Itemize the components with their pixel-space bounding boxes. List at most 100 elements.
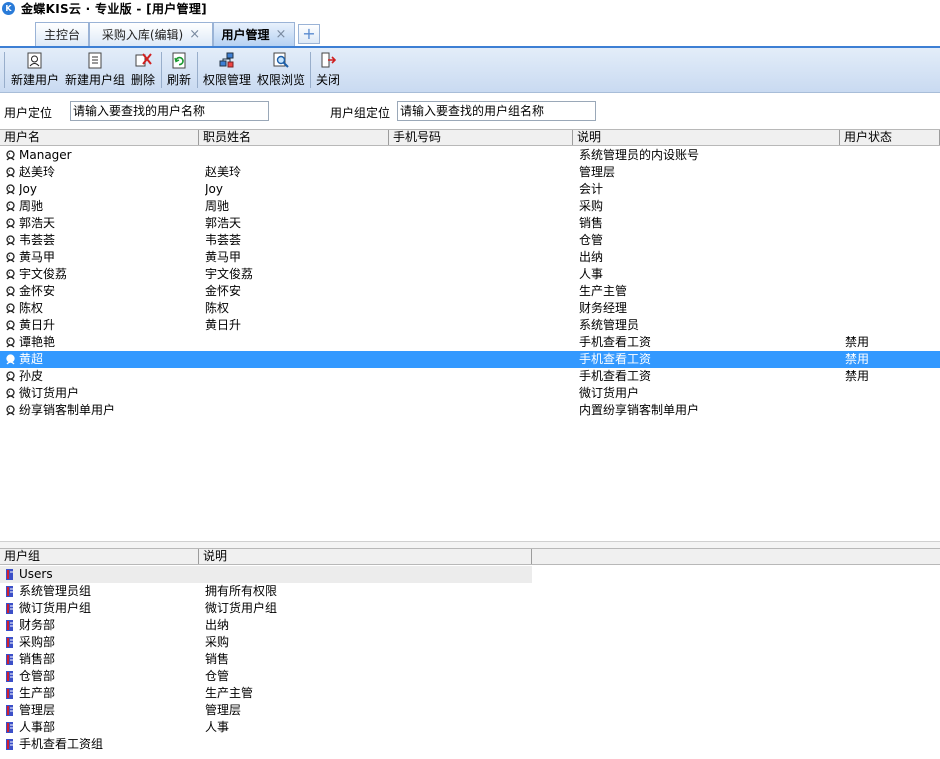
table-row[interactable]: 生产部 生产主管 [0,685,532,702]
groups-table-header: 用户组 说明 [0,548,940,565]
cell-group-description: 人事 [205,720,230,734]
cell-status: 禁用 [845,369,870,383]
pane-splitter[interactable] [0,541,940,548]
cell-username: 纷享销客制单用户 [19,403,116,417]
table-row[interactable]: 黄日升 黄日升 系统管理员 [0,317,940,334]
cell-group-description: 微订货用户组 [205,601,278,615]
search-row: 用户定位 用户组定位 [0,93,940,127]
cell-username: 黄马甲 [19,250,56,264]
table-row[interactable]: Manager 系统管理员的内设账号 [0,147,940,164]
table-row[interactable]: 采购部 采购 [0,634,532,651]
new-user-button[interactable]: 新建用户 [10,51,60,91]
column-header-group-description[interactable]: 说明 [199,549,532,564]
users-table: 用户名 职员姓名 手机号码 说明 用户状态 Manager 系统管理员的内设账号赵… [0,129,940,541]
table-row[interactable]: 赵美玲 赵美玲 管理层 [0,164,940,181]
group-search-input[interactable] [397,101,596,121]
group-book-icon [6,739,13,750]
user-head-icon [6,218,15,229]
table-row[interactable]: 郭浩天 郭浩天 销售 [0,215,940,232]
kis-cloud-logo-icon: K [2,2,15,15]
user-head-icon [6,150,15,161]
group-root-row[interactable]: Users [0,566,532,583]
table-row[interactable]: 仓管部 仓管 [0,668,532,685]
group-book-icon [6,722,13,733]
new-group-button[interactable]: 新建用户组 [64,51,126,91]
permission-manage-label: 权限管理 [202,73,251,87]
tab-purchase-inbound[interactable]: 采购入库(编辑) × [89,22,213,46]
table-row[interactable]: 微订货用户组 微订货用户组 [0,600,532,617]
cell-group-description: 拥有所有权限 [205,584,278,598]
user-head-icon [6,320,15,331]
close-icon[interactable]: × [189,27,200,42]
column-header-username[interactable]: 用户名 [0,130,199,145]
group-book-icon [6,586,13,597]
table-row[interactable]: 金怀安 金怀安 生产主管 [0,283,940,300]
cell-username: 郭浩天 [19,216,56,230]
cell-staff-name: 郭浩天 [205,216,242,230]
column-header-status[interactable]: 用户状态 [840,130,940,145]
user-head-icon [6,167,15,178]
tab-bar: 主控台 采购入库(编辑) × 用户管理 × + [0,18,940,48]
tab-label: 主控台 [43,28,80,42]
table-row[interactable]: 黄超 手机查看工资 禁用 [0,351,940,368]
new-group-icon [86,51,104,69]
cell-username: Manager [19,148,72,162]
delete-button[interactable]: 删除 [129,51,157,91]
close-icon[interactable]: × [276,27,287,42]
user-head-icon [6,235,15,246]
refresh-icon [170,51,188,69]
users-table-header: 用户名 职员姓名 手机号码 说明 用户状态 [0,129,940,146]
cell-description: 销售 [579,216,604,230]
new-user-label: 新建用户 [10,73,59,87]
user-search-input[interactable] [70,101,269,121]
table-row[interactable]: 微订货用户 微订货用户 [0,385,940,402]
user-head-icon [6,286,15,297]
close-label: 关闭 [315,73,340,87]
cell-username: 黄日升 [19,318,56,332]
permission-manage-button[interactable]: 权限管理 [202,51,252,91]
refresh-label: 刷新 [166,73,191,87]
close-button[interactable]: 关闭 [314,51,342,91]
table-row[interactable]: 韦荟荟 韦荟荟 仓管 [0,232,940,249]
cell-group-description: 出纳 [205,618,230,632]
table-row[interactable]: 人事部 人事 [0,719,532,736]
table-row[interactable]: 陈权 陈权 财务经理 [0,300,940,317]
table-row[interactable]: 管理层 管理层 [0,702,532,719]
cell-username: 金怀安 [19,284,56,298]
refresh-button[interactable]: 刷新 [165,51,193,91]
table-row[interactable]: 周驰 周驰 采购 [0,198,940,215]
table-row[interactable]: 孙皮 手机查看工资 禁用 [0,368,940,385]
table-row[interactable]: 销售部 销售 [0,651,532,668]
cell-group-name: 销售部 [19,652,56,666]
cell-description: 微订货用户 [579,386,640,400]
column-header-description[interactable]: 说明 [573,130,840,145]
cell-group-name: 管理层 [19,703,56,717]
cell-staff-name: 赵美玲 [205,165,242,179]
table-row[interactable]: 系统管理员组 拥有所有权限 [0,583,532,600]
table-row[interactable]: 宇文俊荔 宇文俊荔 人事 [0,266,940,283]
tab-main-console[interactable]: 主控台 [35,22,89,46]
table-row[interactable]: 纷享销客制单用户 内置纷享销客制单用户 [0,402,940,419]
table-row[interactable]: 财务部 出纳 [0,617,532,634]
add-tab-icon[interactable]: + [298,24,320,44]
tab-label: 采购入库(编辑) [101,28,184,42]
table-row[interactable]: 谭艳艳 手机查看工资 禁用 [0,334,940,351]
delete-label: 删除 [130,73,155,87]
table-row[interactable]: 手机查看工资组 [0,736,532,753]
tab-user-management[interactable]: 用户管理 × [213,22,295,46]
cell-group-name: 微订货用户组 [19,601,92,615]
cell-username: 周驰 [19,199,44,213]
cell-staff-name: Joy [205,182,223,196]
cell-description: 财务经理 [579,301,628,315]
permission-browse-button[interactable]: 权限浏览 [256,51,306,91]
table-row[interactable]: 黄马甲 黄马甲 出纳 [0,249,940,266]
cell-group-name: 生产部 [19,686,56,700]
user-head-icon [6,252,15,263]
column-header-phone[interactable]: 手机号码 [389,130,573,145]
column-header-staff-name[interactable]: 职员姓名 [199,130,389,145]
title-bar: K 金蝶KIS云 · 专业版 - [用户管理] [0,0,940,17]
table-row[interactable]: Joy Joy 会计 [0,181,940,198]
column-header-group[interactable]: 用户组 [0,549,199,564]
user-head-icon [6,371,15,382]
cell-group-name: 仓管部 [19,669,56,683]
